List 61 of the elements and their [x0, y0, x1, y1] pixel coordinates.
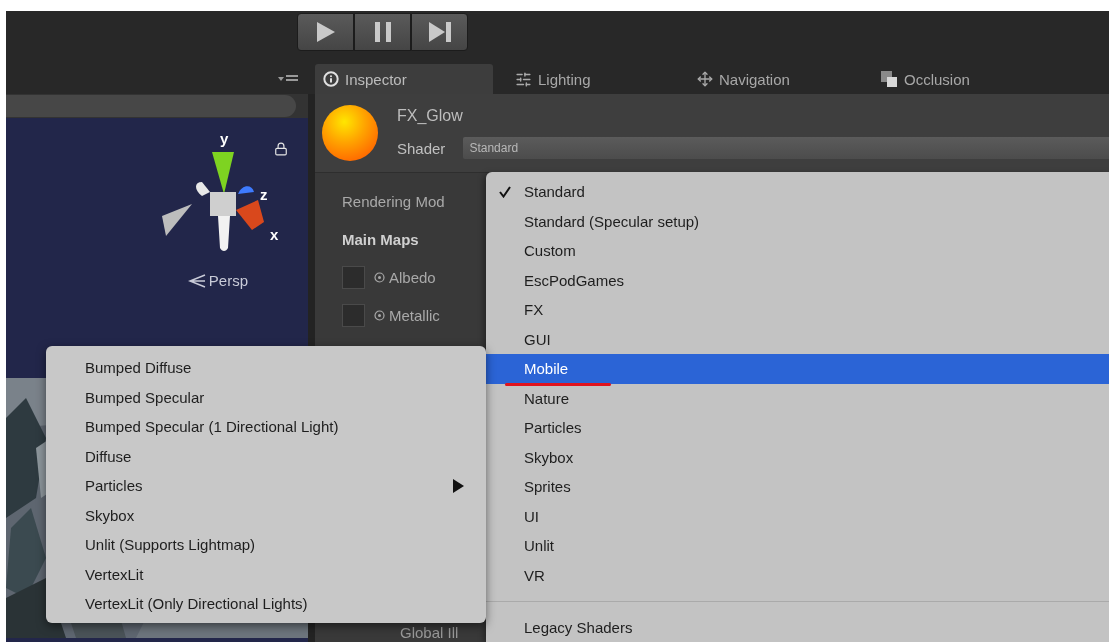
panel-tab[interactable]: Navigation	[675, 64, 858, 94]
menu-item[interactable]: Skybox	[46, 500, 486, 530]
tab-label: Inspector	[345, 70, 407, 88]
panel-tab[interactable]: Lighting	[493, 64, 675, 94]
axis-label: z	[260, 186, 268, 203]
menu-item[interactable]: Particles	[46, 471, 486, 501]
tab-label: Occlusion	[904, 70, 970, 88]
info-icon	[323, 71, 339, 87]
menu-item[interactable]: Nature	[486, 383, 1109, 413]
perspective-icon	[187, 273, 206, 288]
lock-icon[interactable]	[274, 142, 288, 156]
step-button[interactable]	[411, 13, 468, 51]
menu-item[interactable]: VertexLit (Only Directional Lights)	[46, 589, 486, 619]
play-icon	[315, 21, 336, 43]
tab-label: Lighting	[538, 70, 591, 88]
field-label: Albedo	[389, 269, 436, 286]
axis-label: y	[220, 130, 229, 147]
field-label: Global Ill	[400, 624, 459, 641]
menu-item[interactable]: Bumped Specular (1 Directional Light)	[46, 412, 486, 442]
tab-label: Navigation	[719, 70, 790, 88]
step-forward-icon	[427, 21, 452, 43]
panel-menu-icon[interactable]	[278, 72, 298, 83]
search-field[interactable]	[6, 95, 296, 117]
target-icon[interactable]	[374, 272, 385, 283]
pause-button[interactable]	[354, 13, 411, 51]
menu-item[interactable]: UI	[486, 501, 1109, 531]
arrows-icon	[697, 71, 713, 87]
menu-item[interactable]: Sprites	[486, 472, 1109, 502]
sliders-icon	[515, 70, 532, 88]
play-button[interactable]	[297, 13, 354, 51]
view-label[interactable]: Persp	[208, 272, 248, 289]
menu-item[interactable]: Unlit	[486, 531, 1109, 561]
shader-dropdown[interactable]: Standard	[463, 137, 1109, 159]
panel-tab[interactable]: Inspector	[315, 64, 493, 94]
squares-icon	[880, 70, 898, 88]
menu-item[interactable]: VertexLit	[46, 559, 486, 589]
axis-label: x	[270, 226, 279, 243]
menu-item[interactable]: Standard (Specular setup)	[486, 206, 1109, 236]
menu-item[interactable]: GUI	[486, 324, 1109, 354]
material-preview	[322, 105, 378, 161]
menu-item[interactable]: Skybox	[486, 442, 1109, 472]
menu-item[interactable]: EscPodGames	[486, 265, 1109, 295]
menu-item[interactable]: Custom	[486, 236, 1109, 266]
menu-item[interactable]: Legacy Shaders	[486, 613, 1109, 642]
menu-item[interactable]: FX	[486, 295, 1109, 325]
menu-item[interactable]: VR	[486, 560, 1109, 590]
menu-item[interactable]: Bumped Diffuse	[46, 353, 486, 383]
panel-tab[interactable]: Occlusion	[858, 64, 1018, 94]
material-name: FX_Glow	[397, 107, 464, 125]
field-label: Rendering Mod	[342, 193, 445, 210]
field-label: Metallic	[389, 307, 440, 324]
menu-item[interactable]: Standard	[486, 177, 1109, 207]
section-heading: Main Maps	[342, 231, 419, 248]
menu-item[interactable]: Diffuse	[46, 441, 486, 471]
menu-item[interactable]: Mobile	[486, 354, 1109, 384]
shader-label: Shader	[397, 139, 446, 157]
menu-item[interactable]: Particles	[486, 413, 1109, 443]
target-icon[interactable]	[374, 310, 385, 321]
menu-item[interactable]: Unlit (Supports Lightmap)	[46, 530, 486, 560]
pause-icon	[373, 21, 392, 43]
menu-item[interactable]: Bumped Specular	[46, 382, 486, 412]
